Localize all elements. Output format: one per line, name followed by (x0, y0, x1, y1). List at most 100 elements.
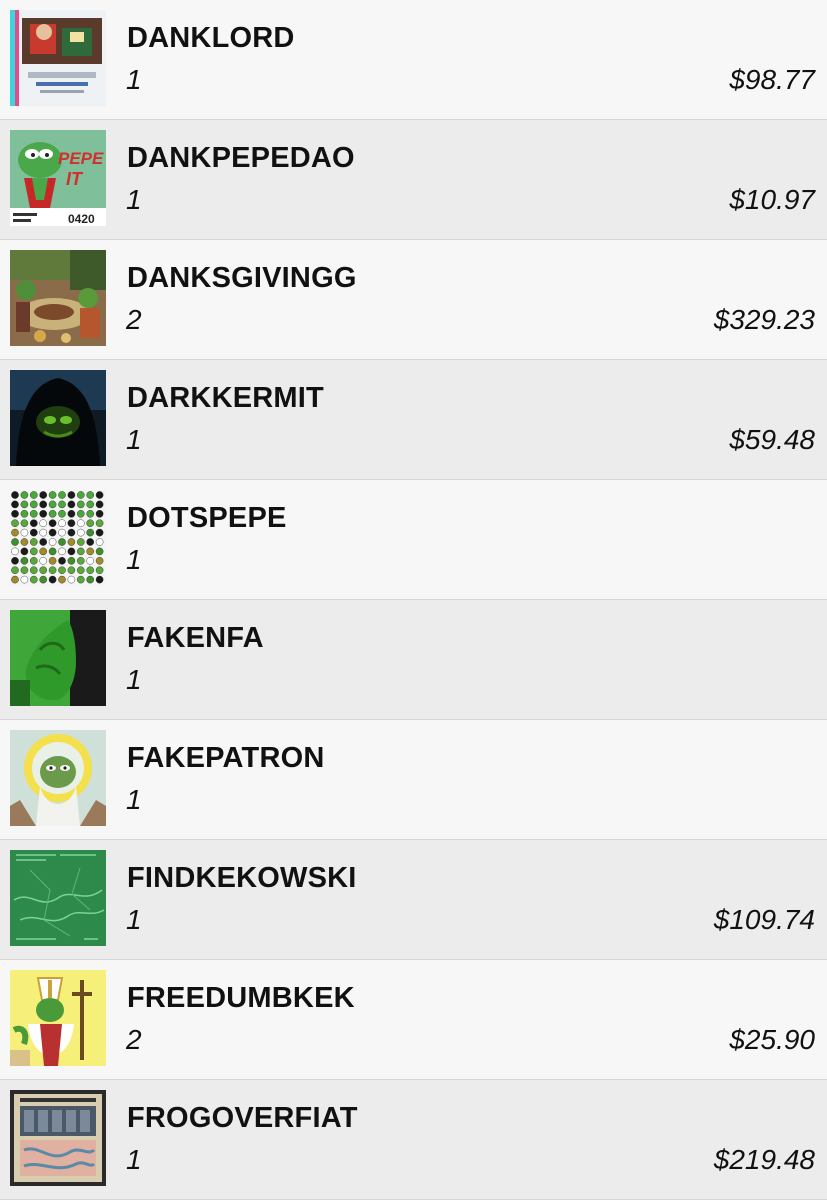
dot-mark (67, 557, 76, 565)
dot-mark (67, 538, 76, 546)
dot-mark (58, 566, 66, 574)
dot-mark (11, 500, 19, 509)
item-name: DARKKERMIT (127, 382, 324, 414)
item-price: $59.48 (729, 424, 815, 455)
svg-text:PEPE: PEPE (58, 149, 104, 168)
asset-list: DANKLORD 1 $98.77 PEPE IT 0420 DANKPEPED… (0, 0, 827, 1200)
item-price: $10.97 (729, 184, 815, 215)
dot-mark (20, 528, 29, 537)
dot-mark (11, 538, 19, 546)
item-name: DANKLORD (127, 22, 295, 54)
dot-grid-pepe-image (10, 490, 106, 586)
danklord-card-image (10, 10, 106, 106)
dot-mark (29, 491, 38, 499)
item-name: FROGOVERFIAT (127, 1102, 358, 1134)
hooded-frog-image (10, 370, 106, 466)
dot-mark (20, 575, 29, 584)
frog-pope-image (10, 970, 106, 1066)
dot-mark (39, 509, 48, 518)
item-name: DANKSGIVINGG (127, 262, 357, 294)
dot-mark (77, 566, 85, 574)
item-name: FINDKEKOWSKI (127, 862, 357, 894)
frog-over-fiat-card-image (10, 1090, 106, 1186)
dot-mark (67, 500, 76, 509)
dot-mark (95, 500, 104, 509)
list-item[interactable]: DANKSGIVINGG 2 $329.23 (0, 240, 827, 360)
svg-text:IT: IT (66, 169, 84, 189)
dot-mark (95, 547, 104, 556)
thanksgiving-scene-image (10, 250, 106, 346)
dot-mark (29, 519, 38, 528)
list-item[interactable]: FROGOVERFIAT 1 $219.48 (0, 1080, 827, 1200)
green-hand-image (10, 610, 106, 706)
list-item[interactable]: DOTSPEPE 1 (0, 480, 827, 600)
dot-mark (29, 500, 38, 509)
dot-mark (48, 509, 57, 518)
list-item[interactable]: FAKEPATRON 1 (0, 720, 827, 840)
dot-mark (58, 509, 66, 518)
dot-mark (86, 575, 94, 584)
dot-mark (20, 566, 29, 574)
dot-mark (86, 491, 94, 499)
dot-mark (67, 509, 76, 518)
list-item[interactable]: FREEDUMBKEK 2 $25.90 (0, 960, 827, 1080)
item-quantity: 1 (126, 184, 142, 215)
dot-mark (39, 547, 48, 556)
item-price: $25.90 (729, 1024, 815, 1055)
dot-mark (58, 500, 66, 509)
dot-mark (95, 538, 104, 546)
dot-mark (67, 575, 76, 584)
dot-mark (95, 519, 104, 528)
dot-mark (58, 538, 66, 546)
dot-mark (29, 547, 38, 556)
dot-mark (48, 519, 57, 528)
dot-mark (86, 519, 94, 528)
dot-mark (11, 528, 19, 537)
dot-mark (39, 500, 48, 509)
dot-mark (48, 528, 57, 537)
item-name: FAKENFA (127, 622, 264, 654)
pepe-it-card-image: PEPE IT 0420 (10, 130, 106, 226)
dot-mark (48, 566, 57, 574)
dot-mark (86, 566, 94, 574)
dot-mark (20, 509, 29, 518)
dot-mark (77, 538, 85, 546)
dot-mark (11, 547, 19, 556)
dot-mark (20, 500, 29, 509)
dot-mark (67, 528, 76, 537)
item-price: $98.77 (729, 64, 815, 95)
dot-mark (29, 557, 38, 565)
dot-mark (11, 519, 19, 528)
dot-mark (20, 547, 29, 556)
dot-mark (39, 528, 48, 537)
dot-mark (29, 509, 38, 518)
list-item[interactable]: PEPE IT 0420 DANKPEPEDAO 1 $10.97 (0, 120, 827, 240)
dot-mark (48, 500, 57, 509)
list-item[interactable]: DANKLORD 1 $98.77 (0, 0, 827, 120)
dot-mark (95, 509, 104, 518)
item-name: FREEDUMBKEK (127, 982, 355, 1014)
list-item[interactable]: DARKKERMIT 1 $59.48 (0, 360, 827, 480)
dot-mark (39, 566, 48, 574)
dot-mark (58, 557, 66, 565)
dot-mark (29, 575, 38, 584)
dot-mark (39, 557, 48, 565)
haloed-frog-saint-image (10, 730, 106, 826)
dot-mark (39, 519, 48, 528)
item-quantity: 1 (126, 64, 142, 95)
item-quantity: 2 (126, 304, 142, 335)
dot-mark (11, 509, 19, 518)
list-item[interactable]: FAKENFA 1 (0, 600, 827, 720)
dot-mark (20, 491, 29, 499)
dot-mark (77, 500, 85, 509)
dot-mark (95, 528, 104, 537)
dot-mark (77, 575, 85, 584)
dot-mark (77, 528, 85, 537)
dot-mark (58, 528, 66, 537)
dot-mark (29, 528, 38, 537)
dot-mark (67, 519, 76, 528)
dot-mark (39, 538, 48, 546)
list-item[interactable]: FINDKEKOWSKI 1 $109.74 (0, 840, 827, 960)
dot-mark (20, 519, 29, 528)
dot-mark (48, 547, 57, 556)
